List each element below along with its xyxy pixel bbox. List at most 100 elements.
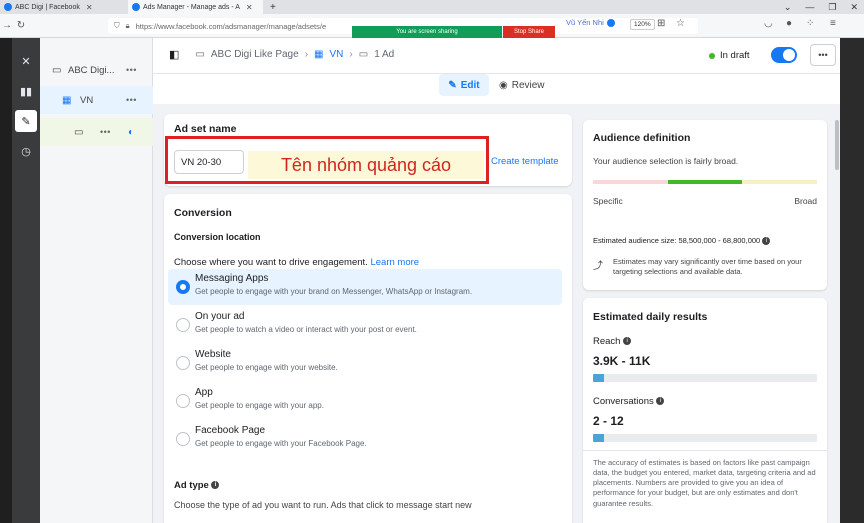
ad-icon: ▭ [74,126,84,138]
profile-chip[interactable]: Vũ Yến Nhi [566,18,615,27]
breadcrumb-page[interactable]: ABC Digi Like Page [211,49,299,60]
create-template-link[interactable]: Create template [491,156,559,167]
conversion-card: Conversion Conversion location Choose wh… [164,194,572,523]
info-icon[interactable]: i [211,481,220,490]
pencil-icon[interactable]: ✎ [15,110,37,132]
adset-grid-icon: ▦ [314,49,324,60]
radio-button[interactable] [176,280,190,294]
more-options-icon[interactable]: ••• [100,127,111,137]
pocket-icon[interactable]: ◡ [764,18,773,29]
radio-button[interactable] [176,394,190,408]
conversations-value: 2 - 12 [593,414,624,428]
close-icon[interactable]: ✕ [246,3,253,12]
status-dot-icon [709,52,715,59]
divider [583,450,827,451]
tree-item-label: ABC Digi... [68,64,115,76]
radio-on-your-ad[interactable]: On your ad Get people to watch a video o… [168,307,562,343]
share-banner-text: You are screen sharing [396,29,458,35]
info-icon[interactable]: i [623,337,632,346]
stop-share-button[interactable]: Stop Share [503,26,555,38]
radio-app[interactable]: App Get people to engage with your app. [168,383,562,419]
info-icon[interactable]: i [762,237,771,246]
reach-value: 3.9K - 11K [593,354,651,368]
tree-item-ad[interactable]: ▭ ••• ◐ [40,118,153,146]
browser-tab-facebook[interactable]: ABC Digi | Facebook ✕ [0,0,126,14]
draft-status: In draft [709,50,750,61]
new-tab-button[interactable]: + [266,0,282,14]
option-desc: Get people to watch a video or interact … [195,325,417,334]
more-options-button[interactable]: ••• [810,44,836,66]
scrollbar-thumb[interactable] [835,120,839,170]
adset-toggle[interactable] [771,47,797,63]
option-desc: Get people to engage with your brand on … [195,287,473,296]
restore-icon[interactable]: ❐ [828,2,836,13]
breadcrumb-adset[interactable]: VN [329,49,343,60]
tab-title: ABC Digi | Facebook [15,3,80,11]
audience-definition-card: Audience definition Your audience select… [583,120,827,290]
close-icon[interactable]: ✕ [86,3,93,12]
pencil-icon: ✎ [448,79,457,91]
chart-icon[interactable]: ▮▮ [15,80,37,102]
star-icon[interactable]: ☆ [676,18,685,29]
tree-item-adset[interactable]: ▦ VN ••• [40,86,153,114]
browser-tab-ads-manager[interactable]: Ads Manager - Manage ads - A ✕ [128,0,263,14]
option-title: Facebook Page [195,425,266,436]
menu-icon[interactable]: ≡ [830,18,836,29]
audience-size: Estimated audience size: 58,500,000 - 68… [593,236,771,246]
radio-messaging-apps[interactable]: Messaging Apps Get people to engage with… [168,269,562,305]
folder-icon: ▭ [52,64,62,76]
review-tab[interactable]: ◉ Review [499,74,545,96]
radio-website[interactable]: Website Get people to engage with your w… [168,345,562,381]
desktop-edge-right [840,38,864,523]
radio-facebook-page[interactable]: Facebook Page Get people to engage with … [168,421,562,457]
radio-button[interactable] [176,356,190,370]
campaign-tree: ▭ ABC Digi... ••• ▦ VN ••• ▭ ••• ◐ [40,38,153,523]
clock-icon[interactable]: ◷ [15,140,37,162]
audience-summary: Your audience selection is fairly broad. [593,156,739,166]
reach-bar [593,374,817,382]
radio-button[interactable] [176,432,190,446]
mode-bar: ✎ Edit ◉ Review [153,74,840,104]
url-text: https://www.facebook.com/adsmanager/mana… [135,21,327,31]
shield-icon: ⛉ [114,21,120,30]
reach-label: Reach i [593,336,632,347]
ad-type-desc: Choose the type of ad you want to run. A… [174,500,472,510]
chevron-down-icon[interactable]: ⌄ [784,2,792,13]
option-desc: Get people to engage with your app. [195,401,324,410]
sidebar-toggle-icon[interactable]: ◧ [169,48,179,61]
forward-icon[interactable]: → [0,20,14,31]
conversations-label: Conversations i [593,396,665,407]
facebook-favicon-icon [132,3,140,11]
minimize-icon[interactable]: — [805,2,814,12]
ad-type-label: Ad type [174,480,209,491]
more-options-icon[interactable]: ••• [126,65,137,75]
option-desc: Get people to engage with your website. [195,363,338,372]
edit-tab[interactable]: ✎ Edit [439,74,489,96]
apps-icon[interactable]: ⁘ [806,18,814,29]
info-icon[interactable]: i [656,397,665,406]
reload-icon[interactable]: ↻ [14,20,28,31]
adset-grid-icon: ▦ [62,94,72,106]
zoom-level[interactable]: 120% [630,19,655,30]
radio-button[interactable] [176,318,190,332]
close-icon[interactable]: ✕ [15,50,37,72]
more-options-icon[interactable]: ••• [126,95,137,105]
question-text: Choose where you want to drive engagemen… [174,257,368,268]
annotation-box: Tên nhóm quảng cáo [165,136,489,184]
option-title: App [195,387,213,398]
grid-icon[interactable]: ⊞ [657,18,665,29]
daily-heading: Estimated daily results [593,311,708,323]
trend-icon: ⤴ [593,261,603,272]
avatar [606,18,615,27]
gauge-label-specific: Specific [593,196,623,206]
learn-more-link[interactable]: Learn more [370,257,419,268]
breadcrumb: ◧ ▭ ABC Digi Like Page › ▦ VN › ▭ 1 Ad [169,48,394,61]
estimate-disclaimer: The accuracy of estimates is based on fa… [593,458,816,508]
profile-name: Vũ Yến Nhi [566,18,604,27]
extension-icon[interactable]: ● [786,18,792,29]
breadcrumb-ad[interactable]: 1 Ad [374,49,394,60]
conversion-location-heading: Conversion location [174,232,261,242]
tree-item-campaign[interactable]: ▭ ABC Digi... ••• [40,56,153,84]
half-circle-status-icon: ◐ [128,126,135,138]
close-window-icon[interactable]: ✕ [850,2,858,13]
